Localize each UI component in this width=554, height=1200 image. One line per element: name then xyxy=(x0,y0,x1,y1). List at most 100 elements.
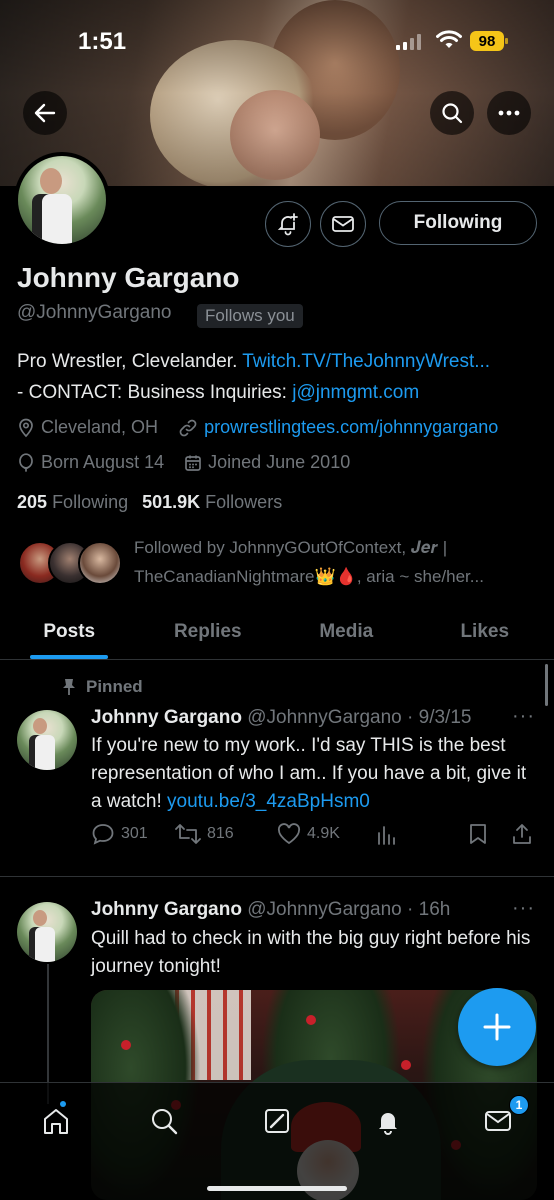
bio-text: Pro Wrestler, Clevelander. xyxy=(17,351,243,372)
scrollbar[interactable] xyxy=(545,664,548,706)
bio-text-contact: - CONTACT: Business Inquiries: xyxy=(17,382,293,403)
plus-icon xyxy=(483,1013,511,1041)
nav-search[interactable] xyxy=(144,1101,184,1141)
profile-meta-row-1: Cleveland, OH prowrestlingtees.com/johnn… xyxy=(17,417,498,438)
tab-likes[interactable]: Likes xyxy=(416,604,554,659)
like-count: 4.9K xyxy=(307,825,340,842)
following-count-link[interactable]: 205 Following xyxy=(17,492,128,513)
following-count: 205 xyxy=(17,492,48,512)
cellular-signal-icon xyxy=(396,34,421,50)
message-button[interactable] xyxy=(320,201,366,247)
post-text: If you're new to my work.. I'd say THIS … xyxy=(91,732,536,816)
pin-icon xyxy=(63,679,75,695)
views-button[interactable] xyxy=(376,823,396,845)
status-bar: 1:51 98 xyxy=(0,0,554,86)
back-button[interactable] xyxy=(23,91,67,135)
grok-icon xyxy=(265,1109,289,1133)
profile-joined-date: Joined June 2010 xyxy=(208,452,351,472)
bell-plus-icon xyxy=(277,213,298,236)
share-icon xyxy=(513,824,531,844)
envelope-icon xyxy=(332,216,354,232)
followed-by-line-2: TheCanadianNightmare👑🩸, aria ~ she/her..… xyxy=(134,567,484,586)
follower-avatar xyxy=(78,541,122,585)
followers-count-link[interactable]: 501.9K Followers xyxy=(142,492,282,513)
following-label: Following xyxy=(52,492,129,512)
status-time: 1:51 xyxy=(78,28,127,55)
profile-handle: @JohnnyGargano xyxy=(17,302,172,323)
post-link[interactable]: youtu.be/3_4zaBpHsm0 xyxy=(167,791,370,812)
heart-icon xyxy=(277,823,301,845)
following-button[interactable]: Following xyxy=(379,201,537,245)
post-more-button[interactable]: ··· xyxy=(512,705,535,728)
post-avatar[interactable] xyxy=(17,710,77,770)
search-icon xyxy=(152,1109,178,1135)
reply-count: 301 xyxy=(121,825,148,842)
wifi-icon xyxy=(436,30,462,48)
profile-avatar[interactable] xyxy=(14,152,110,248)
bell-icon xyxy=(379,1113,397,1135)
post-actions: 301 816 4.9K xyxy=(91,821,536,849)
profile-name: Johnny Gargano xyxy=(17,262,240,293)
post-text: Quill had to check in with the big guy r… xyxy=(91,928,531,977)
post-more-button[interactable]: ··· xyxy=(512,897,535,920)
post-avatar[interactable] xyxy=(17,902,77,962)
nav-grok[interactable] xyxy=(257,1101,297,1141)
post-header: Johnny Gargano @JohnnyGargano · 16h xyxy=(91,899,450,921)
profile-bio: Pro Wrestler, Clevelander. Twitch.TV/The… xyxy=(17,346,542,408)
follow-counts: 205 Following 501.9K Followers xyxy=(17,492,282,513)
profile-tabs: Posts Replies Media Likes xyxy=(0,604,554,660)
followers-count: 501.9K xyxy=(142,492,201,512)
share-button[interactable] xyxy=(511,823,533,845)
calendar-icon xyxy=(185,455,201,471)
profile-meta-row-2: Born August 14 Joined June 2010 xyxy=(17,452,350,473)
followed-by-text[interactable]: Followed by JohnnyGOutOfContext, 𝑱𝒆𝒓 | T… xyxy=(134,533,544,591)
analytics-icon xyxy=(378,826,395,845)
post-meta: @JohnnyGargano · 9/3/15 xyxy=(241,707,472,728)
repost-button[interactable]: 816 xyxy=(175,823,234,845)
nav-notifications[interactable] xyxy=(368,1101,408,1141)
followed-by-line-1: Followed by JohnnyGOutOfContext, 𝑱𝒆𝒓 | xyxy=(134,538,448,557)
pinned-label: Pinned xyxy=(62,677,143,697)
location-pin-icon xyxy=(19,418,33,437)
compose-post-button[interactable] xyxy=(458,988,536,1066)
battery-indicator: 98 xyxy=(470,31,508,51)
tab-replies[interactable]: Replies xyxy=(139,604,278,659)
post-header: Johnny Gargano @JohnnyGargano · 9/3/15 xyxy=(91,707,471,729)
arrow-left-icon xyxy=(34,103,56,123)
home-icon xyxy=(44,1109,68,1134)
repost-count: 816 xyxy=(207,825,234,842)
pinned-text: Pinned xyxy=(86,677,143,696)
reply-icon xyxy=(92,824,114,845)
nav-home[interactable] xyxy=(36,1101,76,1141)
search-icon xyxy=(442,103,463,124)
profile-location: Cleveland, OH xyxy=(41,417,159,437)
bookmark-icon xyxy=(470,824,486,844)
like-button[interactable]: 4.9K xyxy=(277,823,340,845)
envelope-icon xyxy=(485,1111,511,1131)
more-horizontal-icon xyxy=(498,110,520,116)
home-indicator xyxy=(207,1186,347,1191)
notifications-toggle-button[interactable] xyxy=(265,201,311,247)
follows-you-badge: Follows you xyxy=(197,304,303,328)
reply-button[interactable]: 301 xyxy=(91,823,148,845)
search-button[interactable] xyxy=(430,91,474,135)
messages-badge: 1 xyxy=(509,1095,529,1115)
bookmark-button[interactable] xyxy=(469,823,487,845)
balloon-icon xyxy=(19,452,33,472)
profile-website-link[interactable]: prowrestlingtees.com/johnnygargano xyxy=(204,417,498,438)
bottom-navigation xyxy=(0,1082,554,1200)
profile-birthday: Born August 14 xyxy=(41,452,165,472)
tab-media[interactable]: Media xyxy=(277,604,416,659)
post-author[interactable]: Johnny Gargano xyxy=(91,707,242,728)
home-new-dot xyxy=(60,1101,66,1107)
post-divider xyxy=(0,876,554,877)
repost-icon xyxy=(175,824,201,844)
followers-label: Followers xyxy=(205,492,283,512)
link-icon xyxy=(179,419,197,436)
post-meta: @JohnnyGargano · 16h xyxy=(241,899,451,920)
bio-twitch-link[interactable]: Twitch.TV/TheJohnnyWrest... xyxy=(242,351,490,372)
tab-posts[interactable]: Posts xyxy=(0,604,139,659)
more-options-button[interactable] xyxy=(487,91,531,135)
post-author[interactable]: Johnny Gargano xyxy=(91,899,242,920)
bio-email-link[interactable]: j@jnmgmt.com xyxy=(292,382,419,403)
